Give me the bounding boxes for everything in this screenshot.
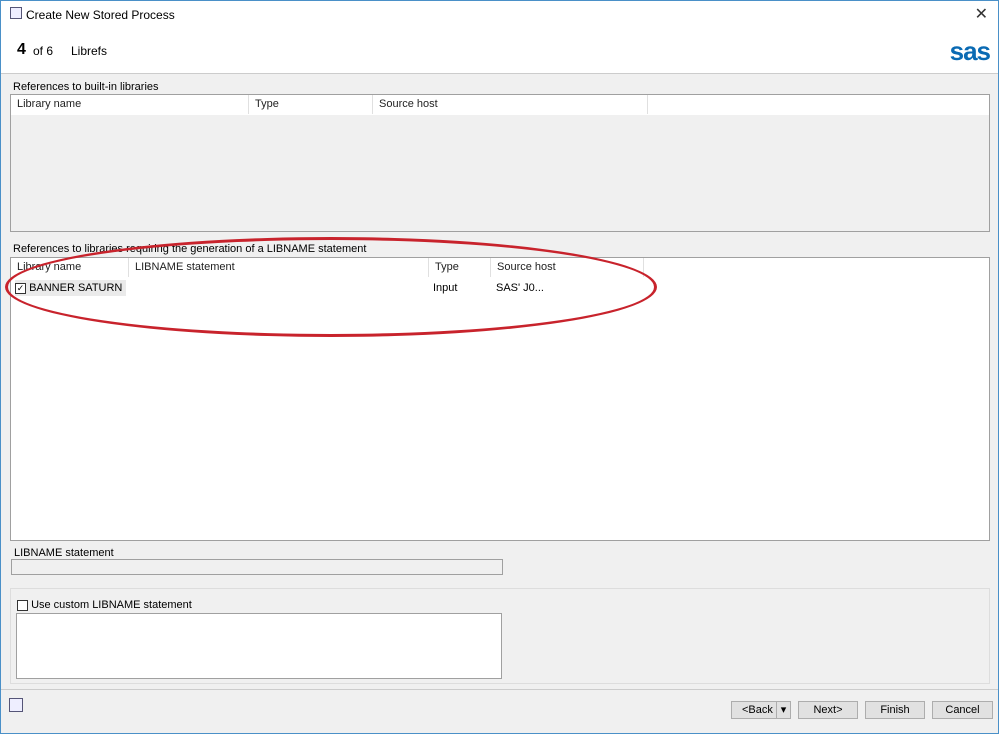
step-count: of 6: [33, 44, 54, 58]
libname-refs-label: References to libraries requiring the ge…: [13, 243, 367, 255]
next-button[interactable]: Next>: [798, 701, 858, 719]
wizard-header: 4 of 6 Librefs sas: [1, 29, 998, 74]
app-icon: [10, 7, 22, 19]
library-type: Input: [433, 282, 458, 294]
window-title: Create New Stored Process: [26, 8, 175, 22]
builtin-label: References to built-in libraries: [13, 81, 159, 93]
sas-logo: sas: [949, 36, 991, 66]
custom-label: Use custom LIBNAME statement: [31, 599, 192, 611]
column-library-name[interactable]: Library name: [11, 258, 129, 277]
dialog-window: Create New Stored Process ✕ 4 of 6 Libre…: [0, 0, 999, 734]
back-dropdown-icon[interactable]: ▾: [776, 702, 790, 718]
column-source-host[interactable]: Source host: [373, 95, 648, 114]
column-source-host[interactable]: Source host: [491, 258, 644, 277]
statement-label: LIBNAME statement: [14, 547, 114, 559]
statement-field: [11, 559, 503, 575]
column-libname-statement[interactable]: LIBNAME statement: [129, 258, 429, 277]
libname-libraries-table[interactable]: Library name LIBNAME statement Type Sour…: [10, 257, 990, 541]
custom-checkbox[interactable]: [17, 599, 28, 611]
builtin-libraries-table[interactable]: Library name Type Source host: [10, 94, 990, 232]
column-type[interactable]: Type: [249, 95, 373, 114]
help-icon[interactable]: [9, 698, 23, 712]
library-host: SAS' J0...: [496, 282, 544, 294]
custom-group: Use custom LIBNAME statement: [10, 588, 990, 684]
step-title: Librefs: [71, 44, 108, 58]
step-number: 4: [17, 41, 26, 58]
close-button[interactable]: ✕: [975, 4, 988, 24]
custom-statement-textarea[interactable]: [16, 613, 502, 679]
library-checkbox[interactable]: ✓: [15, 282, 26, 294]
finish-button[interactable]: Finish: [865, 701, 925, 719]
cancel-button[interactable]: Cancel: [932, 701, 993, 719]
column-library-name[interactable]: Library name: [11, 95, 249, 114]
title-bar: Create New Stored Process ✕: [1, 1, 998, 29]
back-button[interactable]: <Back ▾: [731, 701, 791, 719]
library-name: BANNER SATURN: [29, 282, 123, 294]
column-type[interactable]: Type: [429, 258, 491, 277]
